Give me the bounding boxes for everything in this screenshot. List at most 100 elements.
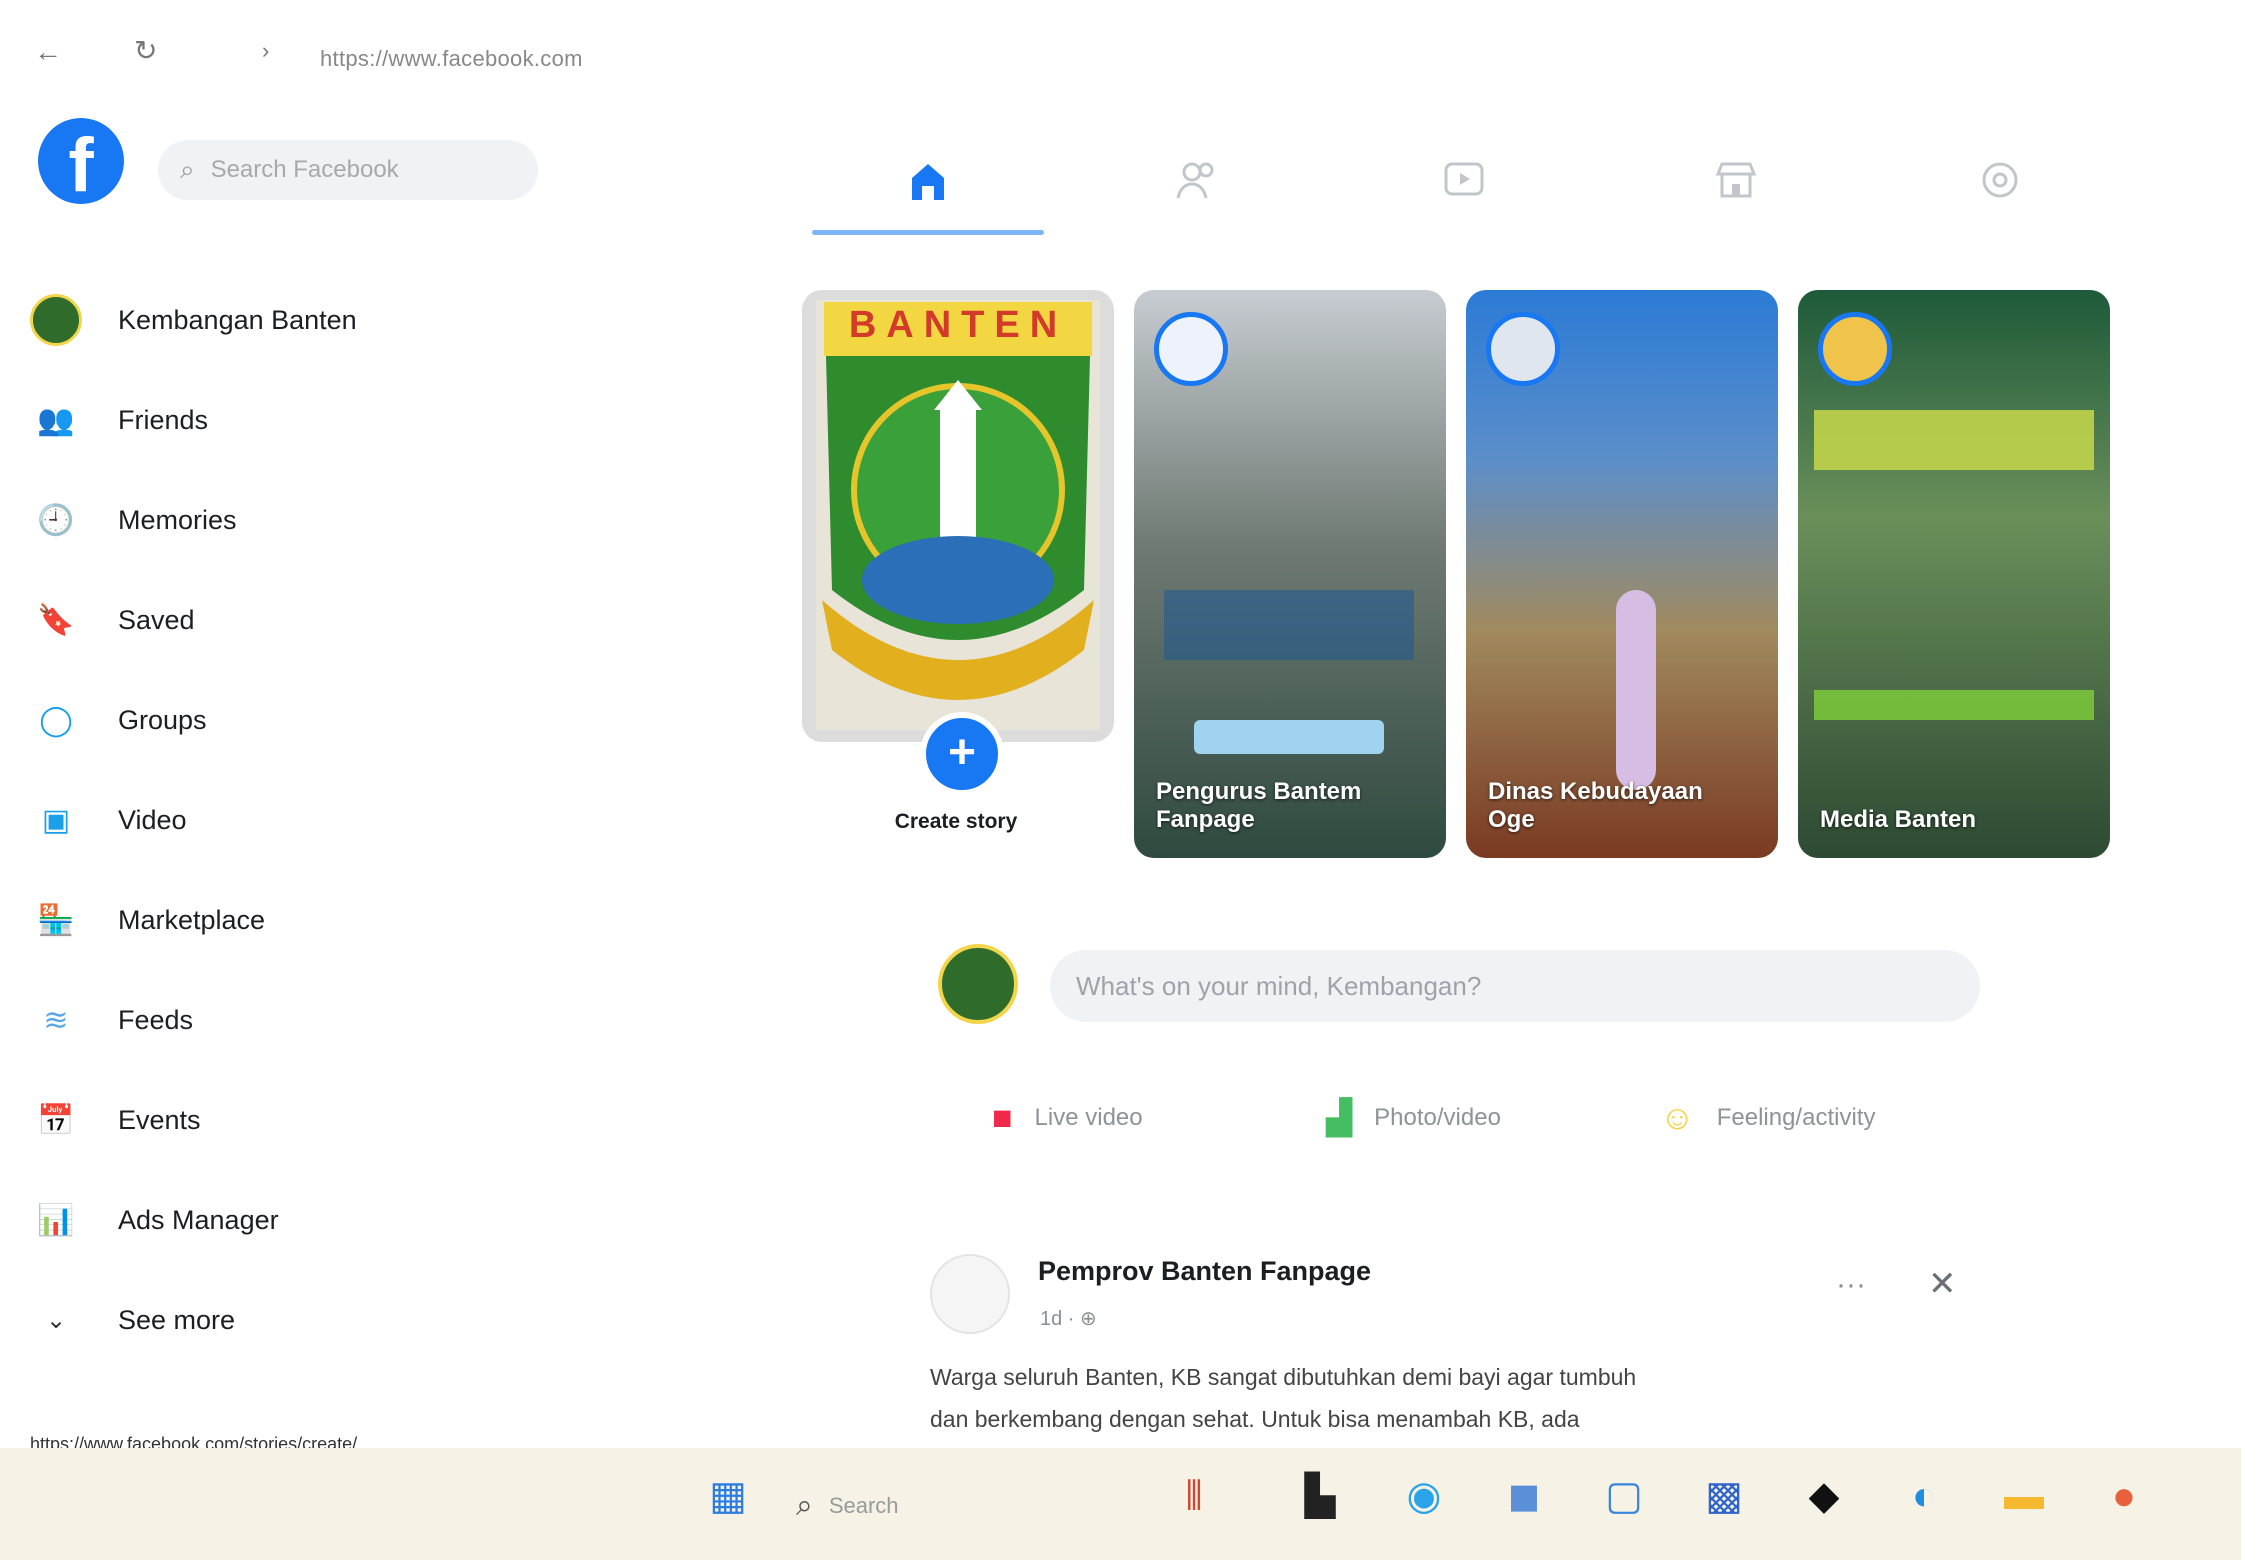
tab-marketplace[interactable] (1676, 140, 1796, 220)
sidebar-item-see-more[interactable]: ⌄ See more (30, 1280, 235, 1360)
reload-icon[interactable]: ↻ (134, 34, 157, 67)
search-placeholder: Search Facebook (210, 156, 399, 183)
video-icon: ▣ (41, 803, 71, 837)
facebook-logo[interactable]: f (38, 118, 124, 204)
story-avatar (1154, 312, 1228, 386)
feeling-activity-button[interactable]: ☺ Feeling/activity (1660, 1090, 1875, 1146)
sidebar-item-label: Kembangan Banten (118, 304, 357, 335)
friends-icon (1176, 162, 1214, 199)
teams-icon[interactable]: ▩ (1696, 1468, 1752, 1524)
start-icon[interactable]: ▦ (700, 1468, 756, 1524)
post-author-name[interactable]: Pemprov Banten Fanpage (1038, 1256, 1371, 1287)
sidebar-item-profile[interactable]: Kembangan Banten (30, 280, 357, 360)
sidebar-item-label: Memories (118, 504, 237, 535)
home-icon (912, 164, 944, 200)
story-avatar (1486, 312, 1560, 386)
chevron-down-icon: ⌄ (45, 1306, 67, 1334)
sidebar-item-label: Groups (118, 704, 207, 735)
story-card[interactable]: Pengurus Bantem Fanpage (1134, 290, 1446, 858)
sidebar-item-label: Feeds (118, 1004, 194, 1035)
create-story-card[interactable]: BANTEN (802, 290, 1114, 742)
chevron-right-icon: › (262, 38, 270, 63)
photo-video-label: Photo/video (1374, 1104, 1501, 1131)
sidebar-item-label: Friends (118, 404, 209, 435)
close-icon[interactable]: ✕ (1928, 1264, 1957, 1304)
ads-manager-icon: 📊 (37, 1203, 75, 1237)
sidebar-item-friends[interactable]: 👥 Friends (30, 380, 208, 460)
composer-input[interactable]: What's on your mind, Kembangan? (1050, 950, 1980, 1022)
create-story-plus-icon[interactable]: + (920, 712, 1004, 796)
tab-video[interactable] (1404, 140, 1524, 220)
photo-icon: ▟ (1326, 1099, 1353, 1137)
story-figure (1616, 590, 1656, 790)
story-overlay-panel (1164, 590, 1414, 660)
memories-icon: 🕘 (37, 503, 75, 537)
sidebar-item-feeds[interactable]: ≋ Feeds (30, 980, 193, 1060)
search-input[interactable]: ⌕ Search Facebook (158, 140, 538, 200)
story-overlay-strip (1814, 690, 2094, 720)
folder-icon[interactable]: ▬ (1996, 1468, 2052, 1524)
sidebar-item-groups[interactable]: ◯ Groups (30, 680, 207, 760)
create-story-label: Create story (894, 810, 1018, 833)
saved-icon: 🔖 (37, 603, 75, 637)
active-tab-indicator (812, 230, 1044, 235)
search-icon: ⌕ (796, 1489, 813, 1522)
more-options-icon[interactable]: ··· (1836, 1268, 1866, 1302)
live-video-icon: ■ (992, 1098, 1013, 1137)
edge-icon[interactable]: ◐ (1896, 1468, 1952, 1524)
search-icon: ⌕ (180, 154, 195, 184)
friends-icon: 👥 (37, 403, 75, 437)
sidebar-item-video[interactable]: ▣ Video (30, 780, 187, 860)
dropbox-icon[interactable]: ◆ (1796, 1468, 1852, 1524)
sidebar-item-memories[interactable]: 🕘 Memories (30, 480, 237, 560)
tab-home[interactable] (868, 140, 988, 220)
feeds-icon: ≋ (43, 1003, 69, 1037)
sidebar-item-label: Ads Manager (118, 1204, 279, 1235)
back-arrow-icon[interactable]: ← (34, 36, 62, 68)
sidebar-item-label: Saved (118, 604, 195, 635)
store-icon[interactable]: ◼ (1496, 1468, 1552, 1524)
marketplace-icon (1715, 162, 1757, 198)
address-bar[interactable]: https://www.facebook.com (320, 46, 583, 72)
story-card[interactable]: Dinas Kebudayaan Oge (1466, 290, 1778, 858)
sidebar-item-label: See more (118, 1304, 236, 1335)
sidebar-item-saved[interactable]: 🔖 Saved (30, 580, 195, 660)
sidebar-item-events[interactable]: 📅 Events (30, 1080, 201, 1160)
live-video-button[interactable]: ■ Live video (992, 1090, 1143, 1146)
task-view-icon[interactable]: ▙ (1292, 1468, 1348, 1524)
sidebar-item-ads-manager[interactable]: 📊 Ads Manager (30, 1180, 279, 1260)
groups-icon: ◯ (39, 703, 73, 737)
profile-avatar (30, 294, 82, 346)
gaming-icon (1982, 162, 2018, 198)
live-video-label: Live video (1034, 1104, 1143, 1131)
taskbar-search[interactable]: ⌕ Search (796, 1478, 1056, 1534)
feeling-icon: ☺ (1660, 1098, 1695, 1137)
sidebar-item-marketplace[interactable]: 🏪 Marketplace (30, 880, 265, 960)
video-icon (1444, 162, 1484, 196)
widgets-icon[interactable]: ⦀ (1166, 1468, 1222, 1524)
composer-avatar[interactable] (938, 944, 1018, 1024)
app-icon[interactable]: ● (2096, 1468, 2152, 1524)
post-meta: 1d · ⊕ (1040, 1308, 1097, 1330)
sidebar-item-label: Video (118, 804, 187, 835)
story-card[interactable]: Media Banten (1798, 290, 2110, 858)
sidebar-item-label: Marketplace (118, 904, 266, 935)
feeling-activity-label: Feeling/activity (1716, 1104, 1876, 1131)
sidebar-item-label: Events (118, 1104, 201, 1135)
story-overlay-button (1194, 720, 1384, 754)
story-banner-text: BANTEN (848, 304, 1068, 346)
story-overlay-panel (1814, 410, 2094, 470)
photo-video-button[interactable]: ▟ Photo/video (1326, 1090, 1501, 1146)
tab-gaming[interactable] (1940, 140, 2060, 220)
story-name: Media Banten (1820, 806, 1977, 833)
taskbar-search-placeholder: Search (828, 1493, 899, 1518)
post-text-line: Warga seluruh Banten, KB sangat dibutuhk… (930, 1364, 1637, 1390)
story-name: Pengurus Bantem Fanpage (1156, 778, 1362, 833)
banten-emblem-image (816, 300, 1100, 730)
post-author-avatar[interactable] (930, 1254, 1010, 1334)
tab-friends[interactable] (1136, 140, 1256, 220)
events-icon: 📅 (37, 1103, 75, 1137)
post-text-line: dan berkembang dengan sehat. Untuk bisa … (930, 1406, 1580, 1432)
chrome-icon[interactable]: ◉ (1396, 1468, 1452, 1524)
mail-icon[interactable]: ▢ (1596, 1468, 1652, 1524)
